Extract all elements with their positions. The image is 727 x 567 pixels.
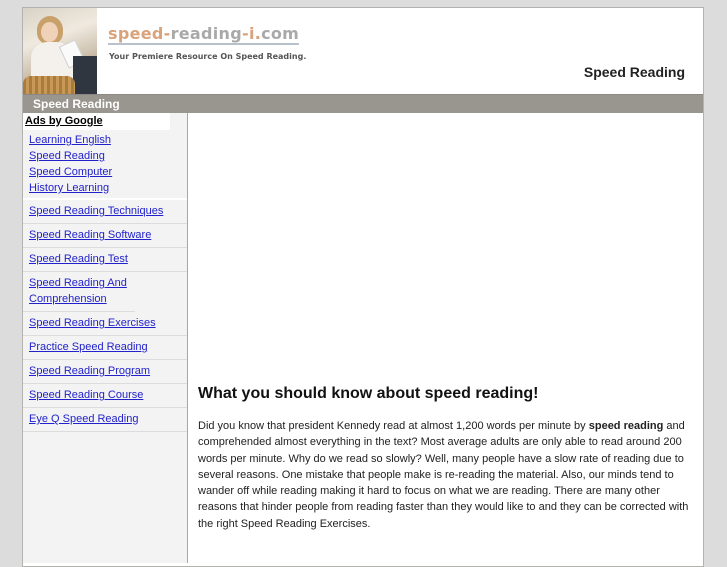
navbar: Speed Reading xyxy=(23,94,703,113)
photo-chair xyxy=(23,76,75,94)
sidebar-link-test[interactable]: Speed Reading Test xyxy=(23,248,187,272)
para-bold-keyword: speed reading xyxy=(588,420,664,432)
logo-part-i: -i. xyxy=(242,24,262,43)
ad-link-speed-computer[interactable]: Speed Computer xyxy=(29,164,187,180)
sidebar-link-comprehension[interactable]: Speed Reading And Comprehension xyxy=(23,272,135,312)
page-container: speed-reading-i.com Your Premiere Resour… xyxy=(22,7,704,567)
article-paragraph: Did you know that president Kennedy read… xyxy=(198,418,693,532)
sidebar-link-practice[interactable]: Practice Speed Reading xyxy=(23,336,187,360)
photo-face xyxy=(41,22,58,42)
sidebar-link-program[interactable]: Speed Reading Program xyxy=(23,360,187,384)
site-title: Speed Reading xyxy=(583,64,685,80)
sidebar-link-techniques[interactable]: Speed Reading Techniques xyxy=(23,199,187,224)
site-header: speed-reading-i.com Your Premiere Resour… xyxy=(23,8,703,94)
sidebar-link-course[interactable]: Speed Reading Course xyxy=(23,384,187,408)
para-start: Did you know that president Kennedy read… xyxy=(198,420,589,432)
sidebar: Ads by Google Learning English Speed Rea… xyxy=(23,113,188,563)
site-logo[interactable]: speed-reading-i.com xyxy=(108,24,300,45)
article-heading: What you should know about speed reading… xyxy=(198,385,539,402)
sidebar-link-eye-q[interactable]: Eye Q Speed Reading xyxy=(23,408,187,432)
logo-part-com: com xyxy=(261,24,300,43)
navbar-title: Speed Reading xyxy=(33,97,120,111)
sidebar-link-software[interactable]: Speed Reading Software xyxy=(23,224,187,248)
ad-link-learning-english[interactable]: Learning English xyxy=(29,132,187,148)
ads-by-google-link[interactable]: Ads by Google xyxy=(23,113,170,130)
sidebar-link-exercises[interactable]: Speed Reading Exercises xyxy=(23,312,187,336)
photo-shadow xyxy=(73,56,97,94)
ad-links: Learning English Speed Reading Speed Com… xyxy=(23,130,187,199)
header-photo xyxy=(23,8,97,94)
logo-part-speed: speed- xyxy=(108,24,171,43)
logo-part-reading: reading xyxy=(170,24,242,43)
ad-link-history-learning[interactable]: History Learning xyxy=(29,180,187,196)
ad-link-speed-reading[interactable]: Speed Reading xyxy=(29,148,187,164)
para-end: and comprehended almost everything in th… xyxy=(198,420,689,530)
site-tagline: Your Premiere Resource On Speed Reading. xyxy=(109,52,307,61)
